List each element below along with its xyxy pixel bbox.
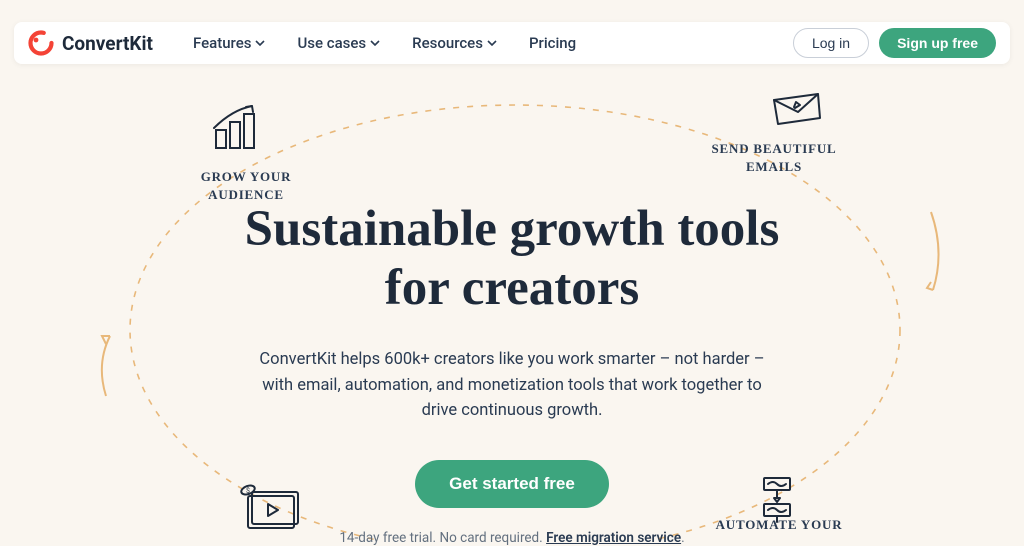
navbar: ConvertKit Features Use cases Resources … bbox=[14, 22, 1010, 64]
nav-links: Features Use cases Resources Pricing bbox=[193, 34, 576, 52]
nav-label: Resources bbox=[412, 34, 483, 52]
login-button[interactable]: Log in bbox=[793, 28, 869, 58]
nav-auth: Log in Sign up free bbox=[793, 28, 996, 58]
nav-item-features[interactable]: Features bbox=[193, 34, 265, 52]
nav-item-resources[interactable]: Resources bbox=[412, 34, 497, 52]
free-migration-link[interactable]: Free migration service bbox=[546, 530, 681, 546]
nav-label: Features bbox=[193, 34, 251, 52]
trial-note: 14-day free trial. No card required. Fre… bbox=[339, 530, 684, 546]
brand-logo[interactable]: ConvertKit bbox=[28, 30, 153, 56]
convertkit-logo-icon bbox=[28, 30, 54, 56]
hero-subtitle: ConvertKit helps 600k+ creators like you… bbox=[247, 347, 777, 424]
nav-item-pricing[interactable]: Pricing bbox=[529, 34, 576, 52]
signup-button[interactable]: Sign up free bbox=[879, 28, 996, 58]
nav-label: Use cases bbox=[297, 34, 366, 52]
hero-title-line1: Sustainable growth tools bbox=[245, 201, 780, 257]
trial-note-text: 14-day free trial. No card required. bbox=[339, 530, 546, 546]
hero: Sustainable growth tools for creators Co… bbox=[0, 0, 1024, 532]
cta-get-started-button[interactable]: Get started free bbox=[415, 460, 609, 508]
hero-title-line2: for creators bbox=[385, 260, 639, 316]
chevron-down-icon bbox=[487, 40, 497, 46]
brand-name: ConvertKit bbox=[62, 32, 153, 55]
trial-note-period: . bbox=[681, 530, 685, 546]
hero-title: Sustainable growth tools for creators bbox=[245, 200, 780, 317]
chevron-down-icon bbox=[255, 40, 265, 46]
chevron-down-icon bbox=[370, 40, 380, 46]
nav-item-use-cases[interactable]: Use cases bbox=[297, 34, 380, 52]
nav-label: Pricing bbox=[529, 34, 576, 52]
